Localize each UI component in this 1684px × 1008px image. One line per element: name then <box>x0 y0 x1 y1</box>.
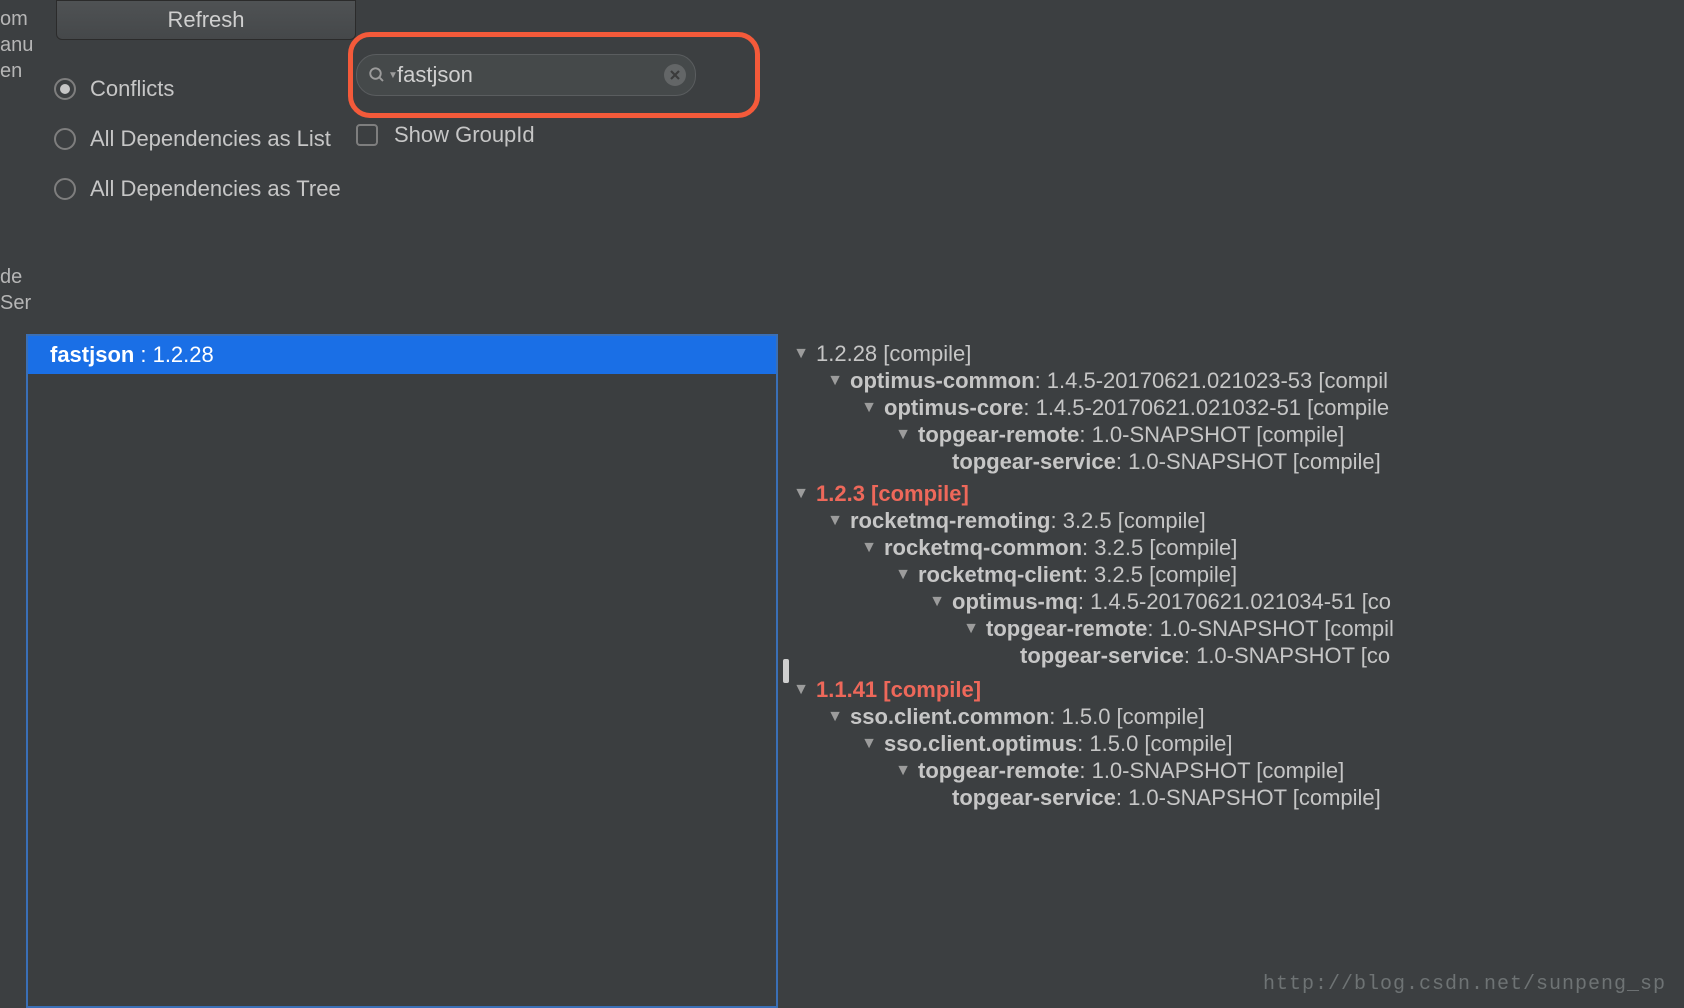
result-row[interactable]: fastjson : 1.2.28 <box>28 336 776 374</box>
search-input[interactable] <box>356 54 696 96</box>
expand-triangle-icon[interactable]: ▼ <box>824 372 846 390</box>
tree-node-name: topgear-service <box>952 449 1116 475</box>
tree-node-name: optimus-mq <box>952 589 1078 615</box>
expand-triangle-icon[interactable]: ▼ <box>892 566 914 584</box>
view-option-label: Conflicts <box>90 76 174 102</box>
expand-triangle-icon[interactable]: ▼ <box>858 735 880 753</box>
expand-triangle-icon[interactable]: ▼ <box>858 399 880 417</box>
tree-node[interactable]: ▼optimus-core : 1.4.5-20170621.021032-51… <box>858 395 1684 421</box>
tree-node-tail: : 1.4.5-20170621.021034-51 [co <box>1078 589 1391 615</box>
tree-node[interactable]: ▼1.1.41 [compile] <box>790 677 1684 703</box>
tree-node-tail: : 1.0-SNAPSHOT [co <box>1184 643 1390 669</box>
tree-node-tail: : 1.4.5-20170621.021032-51 [compile <box>1023 395 1389 421</box>
view-option-all-dependencies-as-list[interactable]: All Dependencies as List <box>54 114 356 164</box>
tree-node-tail: : 1.4.5-20170621.021023-53 [compil <box>1035 368 1388 394</box>
clear-search-button[interactable] <box>664 64 686 86</box>
watermark-text: http://blog.csdn.net/sunpeng_sp <box>1263 973 1666 996</box>
tree-node[interactable]: ▼sso.client.common : 1.5.0 [compile] <box>824 704 1684 730</box>
show-groupid-checkbox[interactable]: Show GroupId <box>356 122 796 148</box>
tree-node-tail: : 1.5.0 [compile] <box>1049 704 1204 730</box>
refresh-button[interactable]: Refresh <box>56 0 356 40</box>
tree-node-name: rocketmq-common <box>884 535 1082 561</box>
expand-triangle-icon[interactable]: ▼ <box>790 681 812 699</box>
radio-icon <box>54 78 76 100</box>
result-version: : 1.2.28 <box>140 342 213 368</box>
view-option-label: All Dependencies as List <box>90 126 331 152</box>
tree-node-name: optimus-common <box>850 368 1035 394</box>
tree-node-label: 1.2.28 [compile] <box>816 341 971 367</box>
result-name: fastjson <box>50 342 134 368</box>
dependency-tree-panel[interactable]: ▼1.2.28 [compile]▼optimus-common : 1.4.5… <box>790 334 1684 1008</box>
tree-node[interactable]: ▼rocketmq-remoting : 3.2.5 [compile] <box>824 508 1684 534</box>
show-groupid-label: Show GroupId <box>394 122 535 148</box>
tree-node-tail: : 1.5.0 [compile] <box>1077 731 1232 757</box>
tree-node-name: topgear-service <box>1020 643 1184 669</box>
tree-node-tail: : 1.0-SNAPSHOT [compile] <box>1079 422 1344 448</box>
view-option-conflicts[interactable]: Conflicts <box>54 64 356 114</box>
tree-node[interactable]: ▼1.2.3 [compile] <box>790 481 1684 507</box>
tree-node-name: optimus-core <box>884 395 1023 421</box>
expand-triangle-icon[interactable]: ▼ <box>892 426 914 444</box>
tree-node-name: topgear-remote <box>986 616 1147 642</box>
checkbox-icon <box>356 124 378 146</box>
refresh-button-label: Refresh <box>167 7 244 33</box>
tree-node-tail: : 3.2.5 [compile] <box>1050 508 1205 534</box>
panel-splitter[interactable] <box>782 334 790 1008</box>
expand-triangle-icon[interactable]: ▼ <box>824 708 846 726</box>
expand-triangle-icon[interactable]: ▼ <box>960 620 982 638</box>
tree-node[interactable]: ▼1.2.28 [compile] <box>790 341 1684 367</box>
tree-node[interactable]: ▼rocketmq-common : 3.2.5 [compile] <box>858 535 1684 561</box>
expand-triangle-icon[interactable]: ▼ <box>858 539 880 557</box>
radio-icon <box>54 178 76 200</box>
tree-node-label: 1.1.41 [compile] <box>816 677 981 703</box>
tree-node-label: 1.2.3 [compile] <box>816 481 969 507</box>
view-option-all-dependencies-as-tree[interactable]: All Dependencies as Tree <box>54 164 356 214</box>
tree-node-name: rocketmq-remoting <box>850 508 1050 534</box>
tree-node-name: sso.client.common <box>850 704 1049 730</box>
cropped-left-edge: omanuen deSer <box>0 0 26 322</box>
tree-node[interactable]: ▼optimus-common : 1.4.5-20170621.021023-… <box>824 368 1684 394</box>
tree-node[interactable]: ▼optimus-mq : 1.4.5-20170621.021034-51 [… <box>926 589 1684 615</box>
tree-node[interactable]: ▼topgear-service : 1.0-SNAPSHOT [compile… <box>926 785 1684 811</box>
expand-triangle-icon[interactable]: ▼ <box>790 345 812 363</box>
tree-node[interactable]: ▼topgear-service : 1.0-SNAPSHOT [compile… <box>926 449 1684 475</box>
tree-node-name: rocketmq-client <box>918 562 1082 588</box>
tree-node-tail: : 1.0-SNAPSHOT [compile] <box>1116 449 1381 475</box>
splitter-grip-icon <box>783 659 789 683</box>
tree-node-tail: : 3.2.5 [compile] <box>1082 535 1237 561</box>
tree-node[interactable]: ▼topgear-remote : 1.0-SNAPSHOT [compile] <box>892 758 1684 784</box>
tree-node-tail: : 1.0-SNAPSHOT [compile] <box>1116 785 1381 811</box>
tree-node-name: topgear-service <box>952 785 1116 811</box>
expand-triangle-icon[interactable]: ▼ <box>892 762 914 780</box>
tree-node[interactable]: ▼topgear-remote : 1.0-SNAPSHOT [compile] <box>892 422 1684 448</box>
tree-node[interactable]: ▼topgear-remote : 1.0-SNAPSHOT [compil <box>960 616 1684 642</box>
radio-icon <box>54 128 76 150</box>
tree-node-tail: : 3.2.5 [compile] <box>1082 562 1237 588</box>
results-panel[interactable]: fastjson : 1.2.28 <box>26 334 778 1008</box>
tree-node-tail: : 1.0-SNAPSHOT [compile] <box>1079 758 1344 784</box>
expand-triangle-icon[interactable]: ▼ <box>824 512 846 530</box>
tree-node-name: sso.client.optimus <box>884 731 1077 757</box>
expand-triangle-icon[interactable]: ▼ <box>926 593 948 611</box>
tree-node[interactable]: ▼topgear-service : 1.0-SNAPSHOT [co <box>994 643 1684 669</box>
expand-triangle-icon[interactable]: ▼ <box>790 485 812 503</box>
tree-node-name: topgear-remote <box>918 422 1079 448</box>
view-option-label: All Dependencies as Tree <box>90 176 341 202</box>
tree-node-name: topgear-remote <box>918 758 1079 784</box>
tree-node[interactable]: ▼sso.client.optimus : 1.5.0 [compile] <box>858 731 1684 757</box>
tree-node-tail: : 1.0-SNAPSHOT [compil <box>1147 616 1394 642</box>
tree-node[interactable]: ▼rocketmq-client : 3.2.5 [compile] <box>892 562 1684 588</box>
